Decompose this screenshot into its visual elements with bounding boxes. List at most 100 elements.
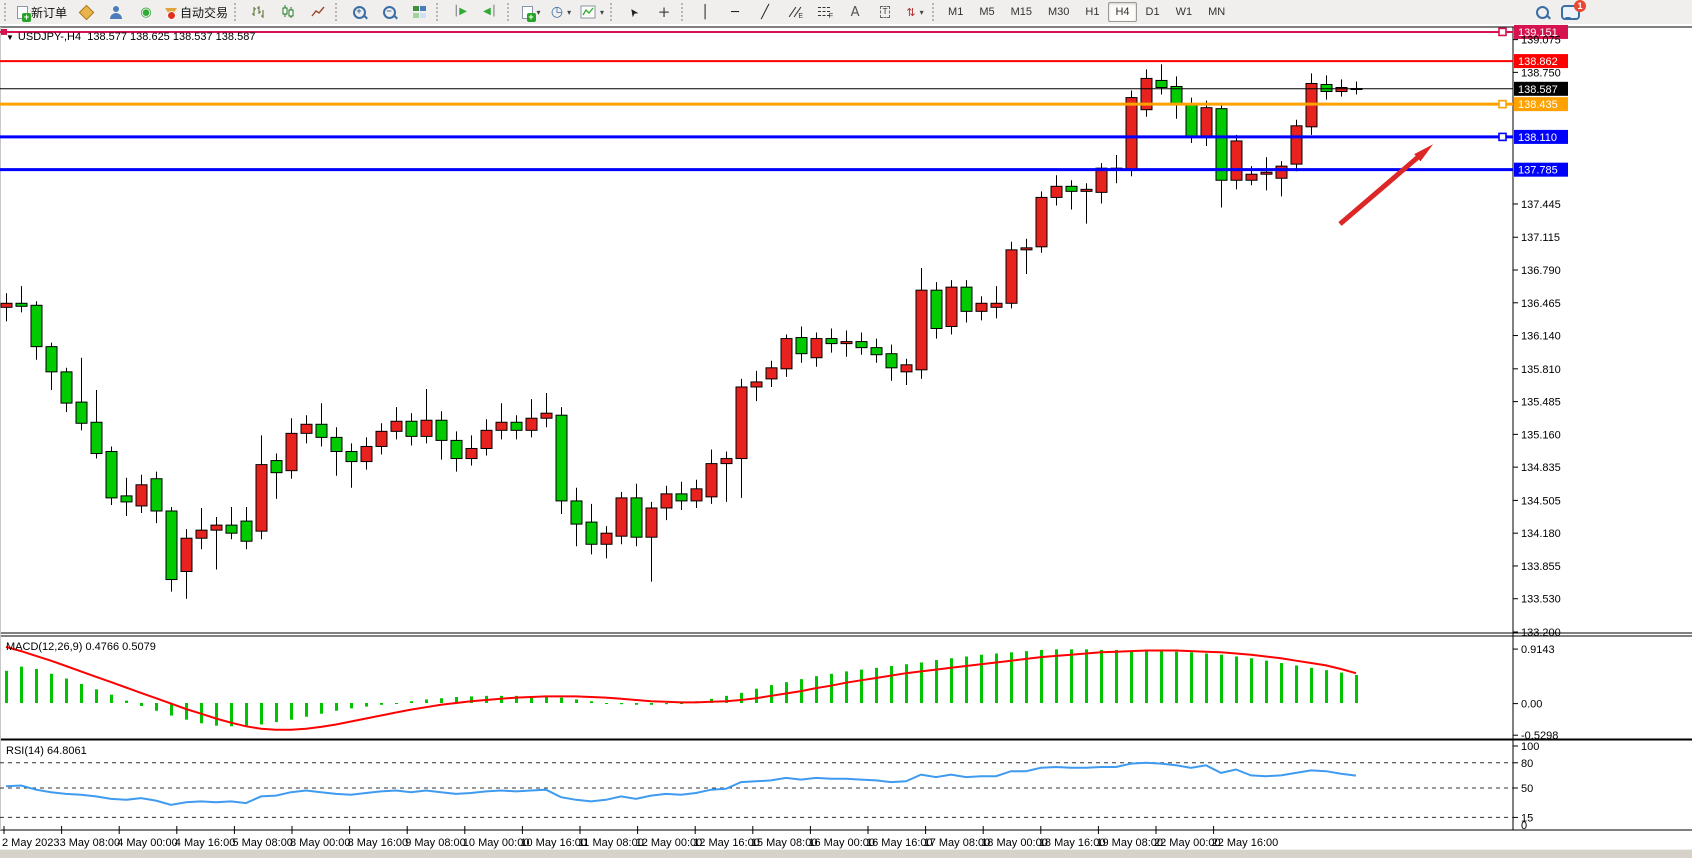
candle[interactable]: [496, 422, 507, 430]
candle[interactable]: [1186, 105, 1197, 137]
candle[interactable]: [826, 339, 837, 344]
candle[interactable]: [1246, 174, 1257, 180]
candle[interactable]: [1261, 172, 1272, 174]
candle[interactable]: [811, 339, 822, 358]
candle[interactable]: [166, 511, 177, 580]
candle[interactable]: [601, 533, 612, 544]
candle[interactable]: [1156, 80, 1167, 87]
candle[interactable]: [316, 424, 327, 437]
arrows-button[interactable]: ⇅ ▾: [900, 1, 930, 24]
candle[interactable]: [796, 338, 807, 354]
candle[interactable]: [91, 422, 102, 453]
candle[interactable]: [676, 494, 687, 501]
community-button[interactable]: [101, 1, 131, 24]
search-icon[interactable]: [1536, 6, 1549, 19]
zoom-out-button[interactable]: −: [374, 1, 404, 24]
candle[interactable]: [46, 347, 57, 372]
candle[interactable]: [106, 452, 117, 498]
candle[interactable]: [301, 424, 312, 433]
bar-chart-button[interactable]: [243, 1, 273, 24]
fibonacci-button[interactable]: F: [810, 1, 840, 24]
candle[interactable]: [151, 479, 162, 511]
candle[interactable]: [16, 303, 27, 306]
trend-arrow[interactable]: [1340, 152, 1424, 224]
candle[interactable]: [976, 303, 987, 311]
candle[interactable]: [751, 382, 762, 387]
candle[interactable]: [1, 303, 12, 307]
candle[interactable]: [1021, 248, 1032, 250]
autotrade-button[interactable]: 自动交易: [161, 1, 232, 24]
line-chart-button[interactable]: [303, 1, 333, 24]
candle[interactable]: [526, 418, 537, 430]
candle[interactable]: [451, 440, 462, 458]
candle[interactable]: [661, 494, 672, 508]
auto-scroll-button[interactable]: │▶: [445, 1, 475, 24]
tile-windows-button[interactable]: [404, 1, 434, 24]
candle[interactable]: [586, 522, 597, 544]
timeframe-M30[interactable]: M30: [1041, 2, 1076, 22]
timeframe-M15[interactable]: M15: [1004, 2, 1039, 22]
candle[interactable]: [376, 431, 387, 446]
candle[interactable]: [76, 402, 87, 423]
chart-shift-button[interactable]: ◀│: [475, 1, 505, 24]
candle[interactable]: [271, 461, 282, 473]
timeframe-W1[interactable]: W1: [1169, 2, 1200, 22]
candle[interactable]: [841, 342, 852, 344]
candle[interactable]: [421, 420, 432, 436]
candle[interactable]: [466, 448, 477, 458]
candle[interactable]: [1006, 250, 1017, 303]
candle[interactable]: [871, 348, 882, 355]
new-chart-button[interactable]: + ▾: [516, 1, 546, 24]
hline-handle[interactable]: [1499, 101, 1506, 108]
candle[interactable]: [946, 287, 957, 326]
candle[interactable]: [856, 342, 867, 348]
candle[interactable]: [1096, 168, 1107, 192]
candle[interactable]: [916, 290, 927, 370]
chart-title[interactable]: ▼USDJPY-,H4 138.577 138.625 138.537 138.…: [6, 31, 255, 43]
candle[interactable]: [571, 501, 582, 524]
candle[interactable]: [1081, 189, 1092, 191]
market-depth-button[interactable]: [71, 1, 101, 24]
horizontal-line-button[interactable]: ─: [720, 1, 750, 24]
zoom-in-button[interactable]: +: [344, 1, 374, 24]
candle[interactable]: [631, 498, 642, 537]
candle[interactable]: [646, 508, 657, 537]
candle[interactable]: [1051, 186, 1062, 197]
candle[interactable]: [181, 538, 192, 571]
hline-handle[interactable]: [1499, 28, 1506, 35]
candle[interactable]: [1321, 84, 1332, 91]
timeframe-MN[interactable]: MN: [1201, 2, 1232, 22]
candle[interactable]: [211, 525, 222, 530]
candle[interactable]: [1126, 98, 1137, 170]
candle[interactable]: [361, 446, 372, 461]
candle[interactable]: [61, 372, 72, 403]
vertical-line-button[interactable]: │: [690, 1, 720, 24]
candle[interactable]: [286, 433, 297, 470]
candle[interactable]: [196, 530, 207, 538]
chat-icon[interactable]: 1: [1561, 5, 1580, 20]
candle[interactable]: [541, 413, 552, 418]
indicators-button[interactable]: ▾: [576, 1, 608, 24]
candle[interactable]: [1291, 126, 1302, 164]
candle[interactable]: [961, 287, 972, 311]
candle[interactable]: [31, 305, 42, 346]
candle[interactable]: [1066, 186, 1077, 191]
candle[interactable]: [346, 452, 357, 462]
candle[interactable]: [121, 496, 132, 502]
text-label-button[interactable]: T: [870, 1, 900, 24]
candle[interactable]: [766, 368, 777, 379]
timeframe-H1[interactable]: H1: [1078, 2, 1106, 22]
candle[interactable]: [226, 525, 237, 533]
candle[interactable]: [991, 303, 1002, 307]
timeframe-D1[interactable]: D1: [1139, 2, 1167, 22]
cursor-button[interactable]: ➤: [619, 1, 649, 24]
candle[interactable]: [1231, 141, 1242, 180]
channel-button[interactable]: E: [780, 1, 810, 24]
candle[interactable]: [481, 430, 492, 448]
candle[interactable]: [886, 354, 897, 368]
candle[interactable]: [406, 421, 417, 436]
trendline-button[interactable]: ╱: [750, 1, 780, 24]
candle[interactable]: [931, 290, 942, 328]
candle[interactable]: [136, 485, 147, 506]
candle[interactable]: [511, 422, 522, 430]
